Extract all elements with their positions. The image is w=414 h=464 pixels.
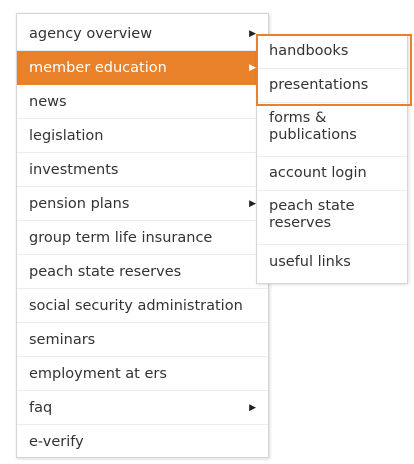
menu-item-pension-plans[interactable]: pension plans ▶ xyxy=(17,187,268,221)
submenu-item-label: presentations xyxy=(269,77,369,93)
submenu-item-label: peach state reserves xyxy=(269,198,355,231)
menu-item-label: news xyxy=(29,94,67,110)
menu-item-agency-overview[interactable]: agency overview ▶ xyxy=(17,17,268,51)
submenu-item-presentations[interactable]: presentations xyxy=(257,69,407,103)
menu-item-e-verify[interactable]: e-verify xyxy=(17,425,268,459)
submenu-item-label: useful links xyxy=(269,253,351,270)
menu-item-legislation[interactable]: legislation xyxy=(17,119,268,153)
menu-item-member-education[interactable]: member education ▶ xyxy=(17,51,268,85)
submenu-item-account-login[interactable]: account login xyxy=(257,157,407,191)
menu-item-faq[interactable]: faq ▶ xyxy=(17,391,268,425)
menu-item-label: peach state reserves xyxy=(29,264,182,280)
submenu-arrow-icon: ▶ xyxy=(249,29,256,39)
menu-item-label: seminars xyxy=(29,332,96,348)
submenu-item-peach-state-reserves[interactable]: peach state reserves xyxy=(257,191,407,245)
menu-item-news[interactable]: news xyxy=(17,85,268,119)
menu-item-label: pension plans xyxy=(29,196,130,212)
menu-item-employment-at-ers[interactable]: employment at ers xyxy=(17,357,268,391)
submenu-arrow-icon: ▶ xyxy=(249,63,256,73)
submenu-item-useful-links[interactable]: useful links xyxy=(257,245,407,279)
menu-item-label: group term life insurance xyxy=(29,230,213,246)
member-education-submenu: handbooks presentations forms & publicat… xyxy=(256,34,408,284)
menu-item-label: member education xyxy=(29,60,167,76)
menu-item-group-term-life-insurance[interactable]: group term life insurance xyxy=(17,221,268,255)
main-menu: agency overview ▶ member education ▶ new… xyxy=(16,13,269,458)
menu-item-label: legislation xyxy=(29,128,104,144)
menu-item-seminars[interactable]: seminars xyxy=(17,323,268,357)
submenu-arrow-icon: ▶ xyxy=(249,403,256,413)
menu-item-label: social security administration xyxy=(29,298,243,314)
menu-item-label: agency overview xyxy=(29,26,153,42)
submenu-item-forms-publications[interactable]: forms & publications xyxy=(257,103,407,157)
submenu-item-handbooks[interactable]: handbooks xyxy=(257,35,407,69)
submenu-item-label: forms & publications xyxy=(269,110,357,143)
menu-item-label: faq xyxy=(29,400,53,416)
menu-item-investments[interactable]: investments xyxy=(17,153,268,187)
menu-item-social-security-administration[interactable]: social security administration xyxy=(17,289,268,323)
menu-item-label: e-verify xyxy=(29,434,84,450)
menu-item-label: employment at ers xyxy=(29,366,167,382)
menu-item-label: investments xyxy=(29,162,119,178)
submenu-item-label: handbooks xyxy=(269,43,349,59)
submenu-item-label: account login xyxy=(269,165,367,181)
submenu-arrow-icon: ▶ xyxy=(249,199,256,209)
menu-item-peach-state-reserves[interactable]: peach state reserves xyxy=(17,255,268,289)
